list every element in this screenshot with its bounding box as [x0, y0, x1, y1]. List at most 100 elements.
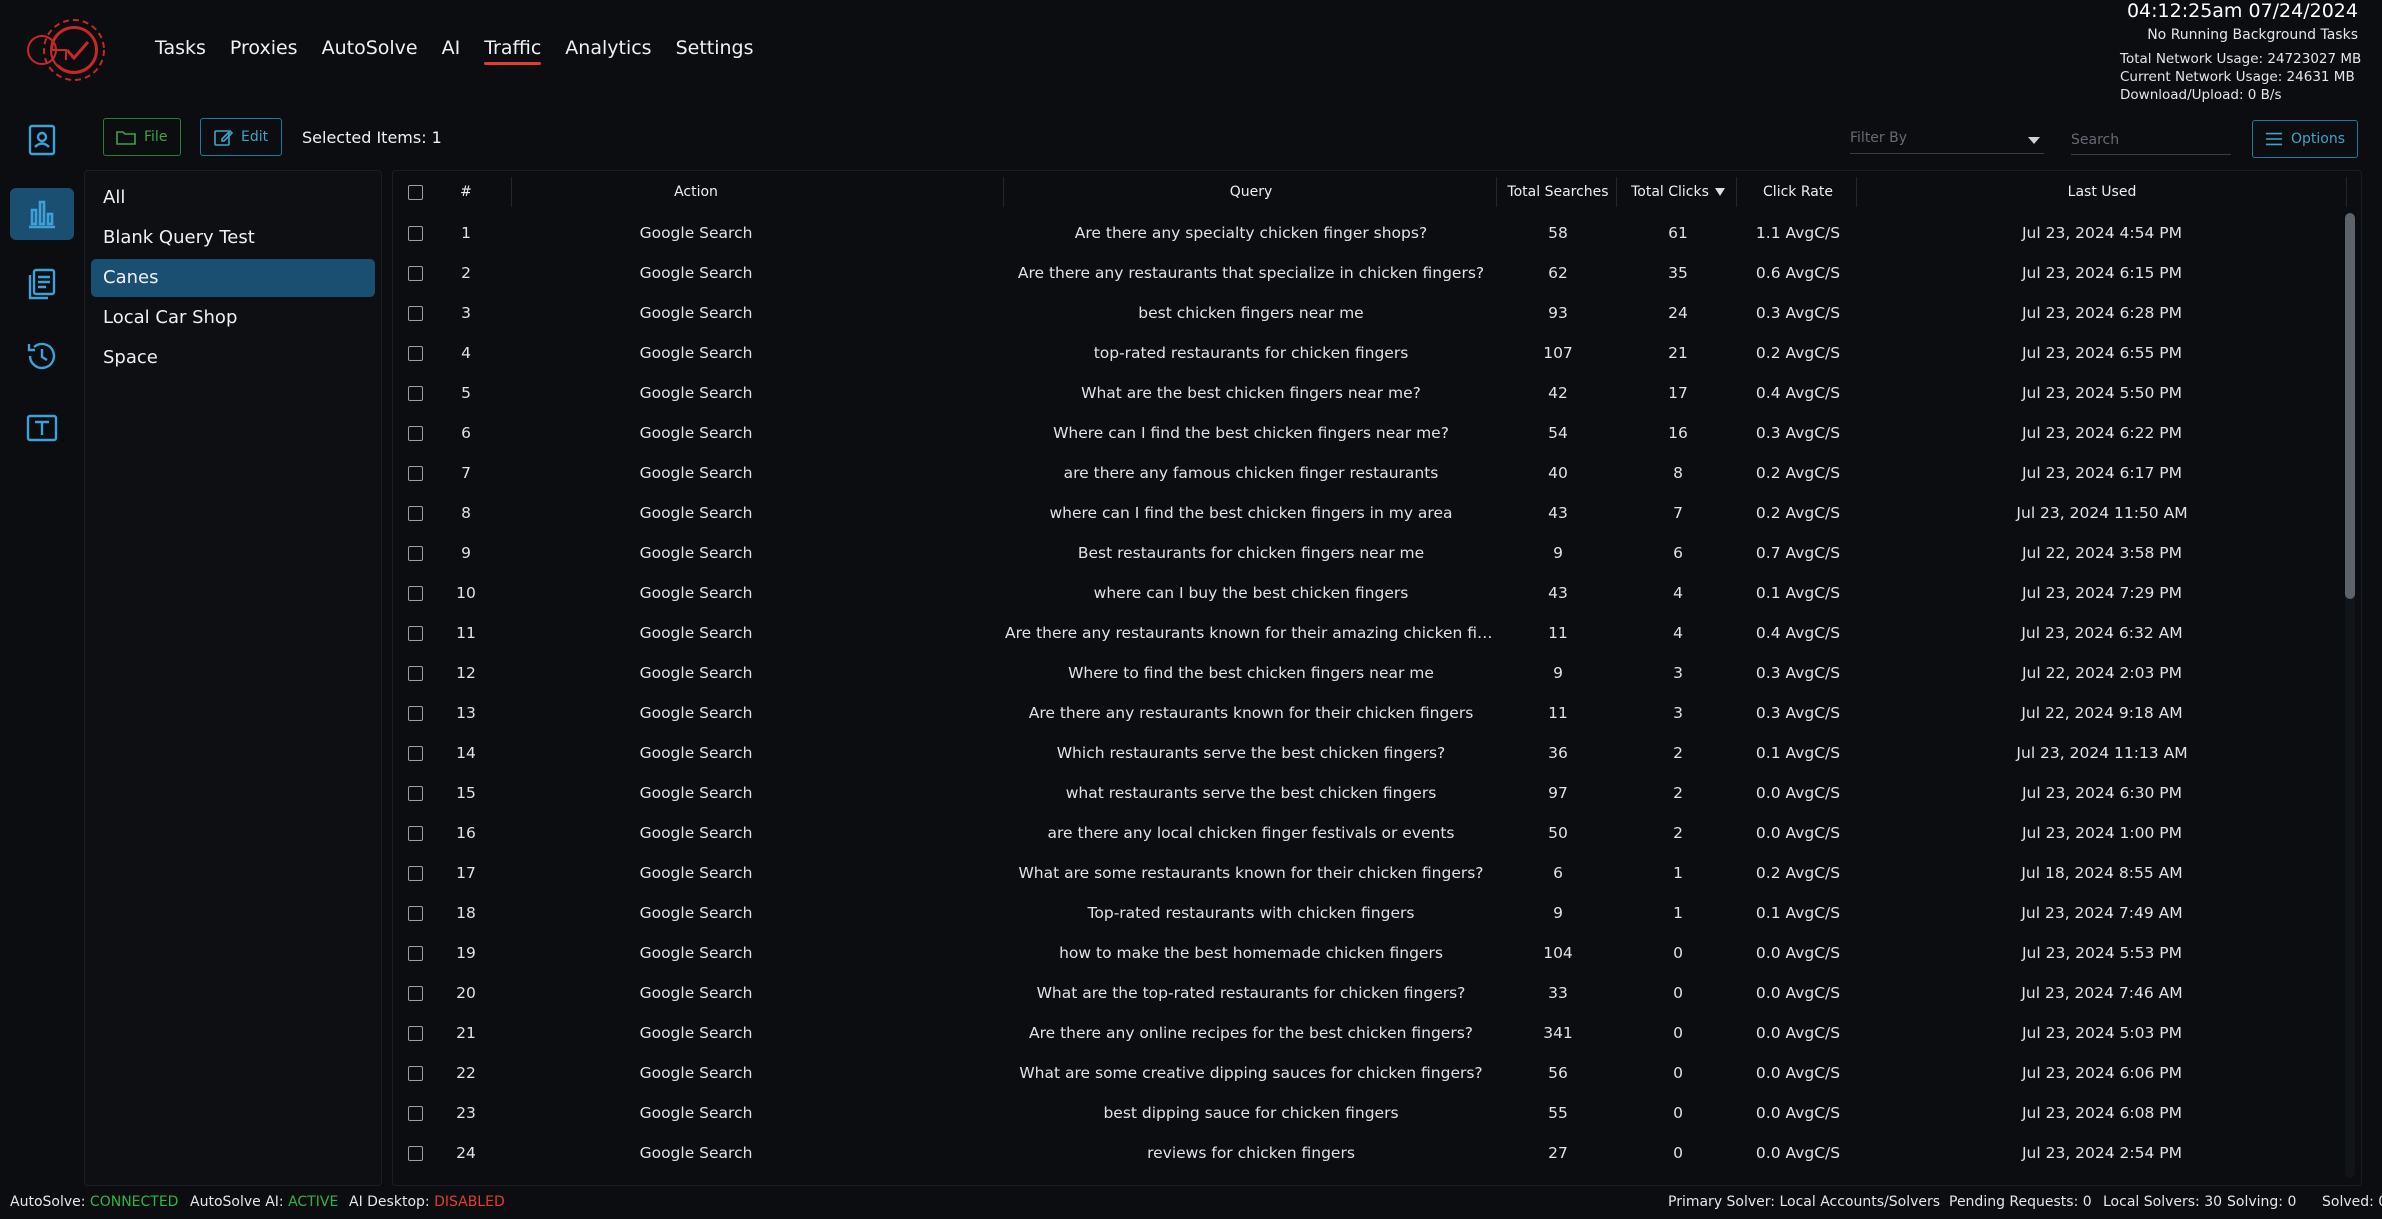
row-checkbox[interactable]: [408, 1146, 423, 1161]
select-all-checkbox[interactable]: [408, 185, 423, 200]
table-row[interactable]: 16 Google Search are there any local chick…: [393, 813, 2361, 853]
table-row[interactable]: 2 Google Search Are there any restaurants …: [393, 253, 2361, 293]
cell-total-clicks: 2: [1673, 784, 1683, 802]
table-row[interactable]: 4 Google Search top-rated restaurants for …: [393, 333, 2361, 373]
nav-proxies[interactable]: Proxies: [230, 37, 298, 65]
history-clock-icon[interactable]: [10, 330, 74, 382]
cell-action: Google Search: [639, 464, 753, 482]
table-row[interactable]: 11 Google Search Are there any restaurants…: [393, 613, 2361, 653]
table-row[interactable]: 20 Google Search What are the top-rated re…: [393, 973, 2361, 1013]
queries-table: # Action Query Total Searches Total Clic…: [392, 170, 2362, 1186]
filter-by-select[interactable]: Filter By: [1850, 126, 2044, 154]
row-checkbox[interactable]: [408, 426, 423, 441]
group-item-local-car-shop[interactable]: Local Car Shop: [91, 299, 375, 337]
row-checkbox[interactable]: [408, 866, 423, 881]
nav-ai[interactable]: AI: [442, 37, 461, 65]
options-button[interactable]: Options: [2252, 120, 2358, 158]
table-row[interactable]: 17 Google Search What are some restaurants…: [393, 853, 2361, 893]
text-tool-icon[interactable]: [10, 402, 74, 454]
table-row[interactable]: 22 Google Search What are some creative di…: [393, 1053, 2361, 1093]
nav-traffic[interactable]: Traffic: [484, 37, 542, 65]
analytics-chart-icon[interactable]: [10, 188, 74, 240]
table-row[interactable]: 21 Google Search Are there any online reci…: [393, 1013, 2361, 1053]
cell-click-rate: 0.1 AvgC/S: [1755, 904, 1841, 922]
table-row[interactable]: 24 Google Search reviews for chicken finge…: [393, 1133, 2361, 1173]
row-checkbox[interactable]: [408, 386, 423, 401]
row-checkbox[interactable]: [408, 546, 423, 561]
table-row[interactable]: 10 Google Search where can I buy the best …: [393, 573, 2361, 613]
table-row[interactable]: 8 Google Search where can I find the best …: [393, 493, 2361, 533]
contacts-book-icon[interactable]: [10, 114, 74, 166]
cell-query: Are there any restaurants known for thei…: [1005, 624, 1497, 642]
row-checkbox[interactable]: [408, 226, 423, 241]
table-row[interactable]: 19 Google Search how to make the best home…: [393, 933, 2361, 973]
cell-action: Google Search: [639, 304, 753, 322]
row-checkbox[interactable]: [408, 786, 423, 801]
table-row[interactable]: 12 Google Search Where to find the best ch…: [393, 653, 2361, 693]
table-row[interactable]: 9 Google Search Best restaurants for chick…: [393, 533, 2361, 573]
cell-number: 9: [461, 544, 471, 562]
row-checkbox[interactable]: [408, 506, 423, 521]
table-row[interactable]: 14 Google Search Which restaurants serve t…: [393, 733, 2361, 773]
nav-tasks[interactable]: Tasks: [155, 37, 206, 65]
group-item-blank-query-test[interactable]: Blank Query Test: [91, 219, 375, 257]
group-item-all[interactable]: All: [91, 179, 375, 217]
cell-total-clicks: 6: [1673, 544, 1683, 562]
cell-total-clicks: 0: [1673, 1064, 1683, 1082]
row-checkbox[interactable]: [408, 666, 423, 681]
group-item-canes[interactable]: Canes: [91, 259, 375, 297]
row-checkbox[interactable]: [408, 346, 423, 361]
cell-query: What are the best chicken fingers near m…: [1081, 384, 1421, 402]
row-checkbox[interactable]: [408, 746, 423, 761]
table-row[interactable]: 7 Google Search are there any famous chick…: [393, 453, 2361, 493]
cell-query: What are the top-rated restaurants for c…: [1036, 984, 1466, 1002]
documents-icon[interactable]: [10, 258, 74, 310]
file-button[interactable]: File: [103, 118, 181, 156]
cell-total-clicks: 2: [1673, 744, 1683, 762]
cell-total-searches: 58: [1548, 224, 1568, 242]
edit-button[interactable]: Edit: [200, 118, 282, 156]
nav-analytics[interactable]: Analytics: [565, 37, 651, 65]
column-header-total-clicks[interactable]: Total Clicks: [1618, 171, 1738, 213]
table-scrollbar[interactable]: [2345, 213, 2355, 1178]
table-row[interactable]: 1 Google Search Are there any specialty ch…: [393, 213, 2361, 253]
column-header-click-rate[interactable]: Click Rate: [1738, 171, 1858, 213]
row-checkbox[interactable]: [408, 826, 423, 841]
row-checkbox[interactable]: [408, 586, 423, 601]
cell-total-clicks: 4: [1673, 624, 1683, 642]
column-header-last-used[interactable]: Last Used: [1858, 171, 2346, 213]
column-header-query[interactable]: Query: [1005, 171, 1497, 213]
cell-last-used: Jul 23, 2024 5:53 PM: [2021, 944, 2183, 962]
filter-by-placeholder: Filter By: [1850, 130, 1908, 146]
cell-number: 11: [456, 624, 476, 642]
row-checkbox[interactable]: [408, 266, 423, 281]
row-checkbox[interactable]: [408, 1026, 423, 1041]
table-row[interactable]: 5 Google Search What are the best chicken …: [393, 373, 2361, 413]
table-row[interactable]: 18 Google Search Top-rated restaurants wit…: [393, 893, 2361, 933]
table-row[interactable]: 13 Google Search Are there any restaurants…: [393, 693, 2361, 733]
column-header-number[interactable]: #: [441, 171, 491, 213]
search-input[interactable]: [2071, 126, 2231, 155]
scrollbar-thumb[interactable]: [2345, 213, 2355, 599]
row-checkbox[interactable]: [408, 986, 423, 1001]
row-checkbox[interactable]: [408, 466, 423, 481]
cell-query: Which restaurants serve the best chicken…: [1056, 744, 1446, 762]
row-checkbox[interactable]: [408, 626, 423, 641]
row-checkbox[interactable]: [408, 906, 423, 921]
table-row[interactable]: 15 Google Search what restaurants serve th…: [393, 773, 2361, 813]
nav-autosolve[interactable]: AutoSolve: [322, 37, 418, 65]
table-row[interactable]: 23 Google Search best dipping sauce for ch…: [393, 1093, 2361, 1133]
table-row[interactable]: 3 Google Search best chicken fingers near …: [393, 293, 2361, 333]
row-checkbox[interactable]: [408, 706, 423, 721]
group-item-space[interactable]: Space: [91, 339, 375, 377]
row-checkbox[interactable]: [408, 306, 423, 321]
solved-count: Solved: 0: [2322, 1194, 2382, 1210]
table-row[interactable]: 6 Google Search Where can I find the best …: [393, 413, 2361, 453]
row-checkbox[interactable]: [408, 1066, 423, 1081]
column-header-total-searches[interactable]: Total Searches: [1498, 171, 1618, 213]
column-header-action[interactable]: Action: [513, 171, 879, 213]
cell-number: 3: [461, 304, 471, 322]
row-checkbox[interactable]: [408, 1106, 423, 1121]
row-checkbox[interactable]: [408, 946, 423, 961]
nav-settings[interactable]: Settings: [676, 37, 754, 65]
